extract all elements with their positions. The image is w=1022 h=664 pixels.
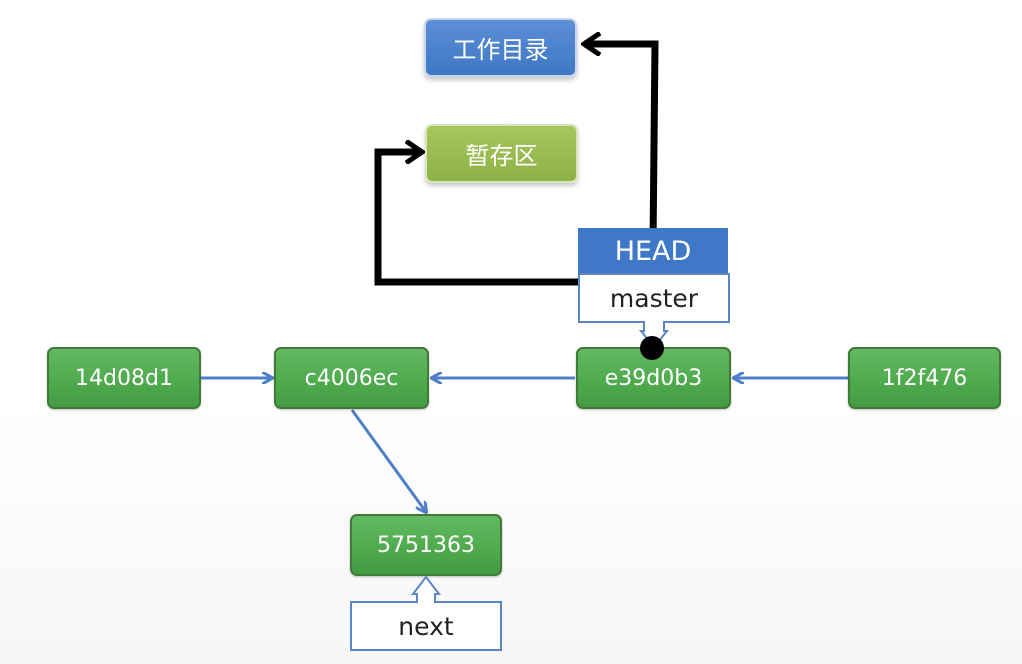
staging-area-label: 暂存区 bbox=[465, 142, 538, 170]
staging-area-node: 暂存区 bbox=[425, 124, 578, 183]
git-diagram: 工作目录 暂存区 HEAD master 14d08d1 c4006ec e39… bbox=[0, 0, 1022, 664]
commit-id: e39d0b3 bbox=[604, 365, 703, 391]
commit-id: 14d08d1 bbox=[75, 365, 173, 391]
head-text: HEAD bbox=[614, 235, 692, 267]
next-label: next bbox=[398, 611, 454, 641]
commit-id: c4006ec bbox=[304, 365, 399, 391]
commit-node: 1f2f476 bbox=[848, 347, 1001, 409]
commit-id: 1f2f476 bbox=[881, 365, 968, 391]
commit-node: 5751363 bbox=[350, 514, 502, 576]
master-label: master bbox=[609, 283, 699, 313]
commit-node: c4006ec bbox=[274, 347, 429, 409]
connector-layer bbox=[201, 0, 848, 664]
commit-node: 14d08d1 bbox=[47, 347, 201, 409]
pointer-origin-dot bbox=[640, 336, 664, 360]
working-directory-label: 工作目录 bbox=[452, 36, 549, 64]
commit-id: 5751363 bbox=[377, 532, 475, 558]
link-c4006ec-to-5751363 bbox=[350, 409, 426, 512]
working-directory-node: 工作目录 bbox=[424, 18, 577, 77]
